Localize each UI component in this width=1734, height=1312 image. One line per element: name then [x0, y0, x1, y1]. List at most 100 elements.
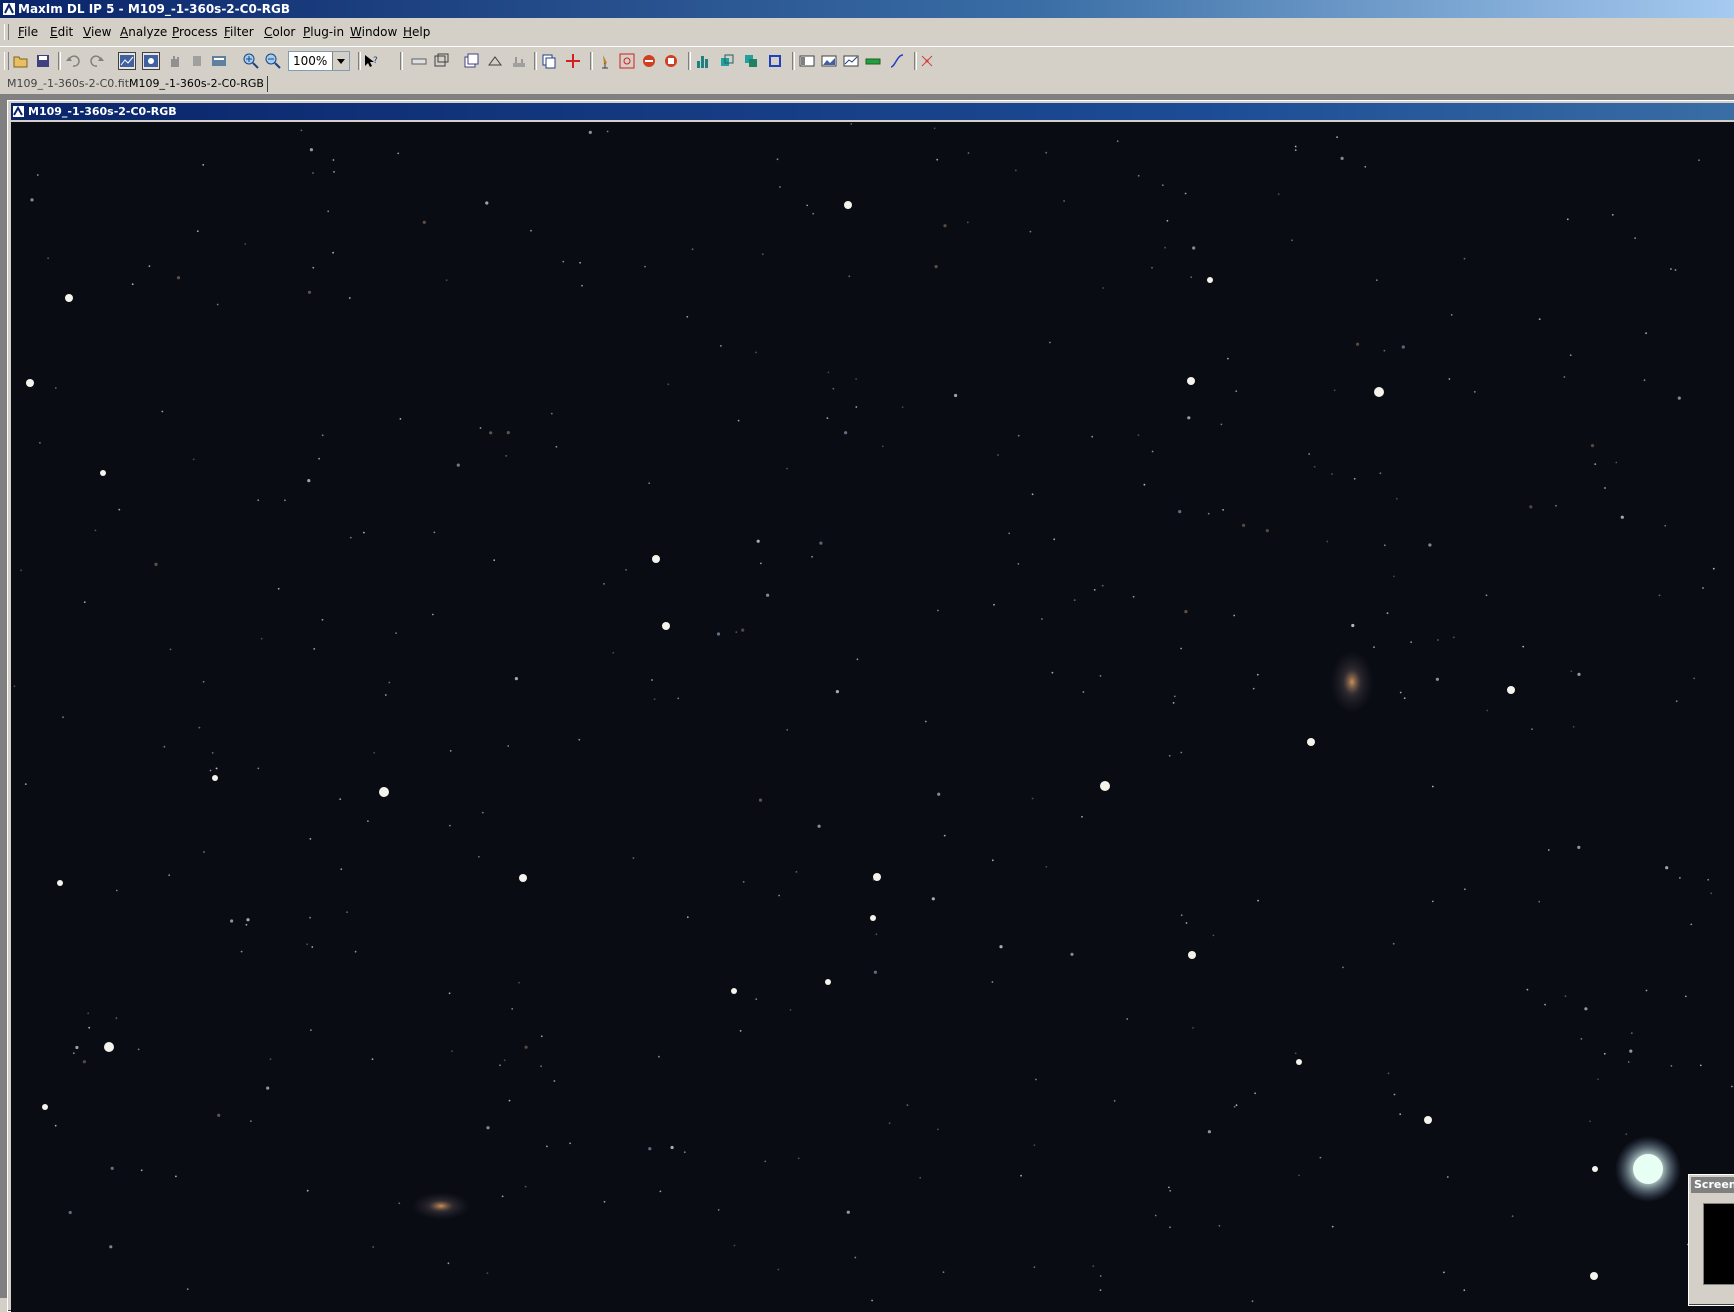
image-window[interactable]: M109_-1-360s-2-C0-RGB: [7, 100, 1734, 1312]
faint-star: [422, 220, 426, 224]
faint-star: [1625, 1133, 1628, 1136]
screen-stretch-icon[interactable]: [118, 52, 136, 70]
faint-star: [603, 583, 605, 585]
faint-star: [1227, 357, 1229, 360]
no-entry-icon[interactable]: [640, 52, 658, 70]
faint-star: [240, 950, 243, 953]
level-icon[interactable]: [864, 52, 882, 70]
faint-star: [717, 1209, 720, 1211]
faint-star: [1569, 354, 1572, 357]
zoom-select[interactable]: 100%: [288, 51, 350, 71]
tab-rgb-file[interactable]: M109_-1-360s-2-C0-RGB: [126, 76, 268, 92]
faint-star: [448, 992, 451, 995]
menu-plugin[interactable]: Plug-in: [303, 25, 344, 39]
faint-star: [1379, 472, 1382, 475]
faint-star: [169, 648, 172, 651]
faint-star: [937, 792, 941, 796]
star-remove-icon[interactable]: [918, 52, 936, 70]
info-icon[interactable]: [210, 52, 228, 70]
faint-star: [1690, 923, 1693, 926]
faint-star: [1403, 697, 1406, 700]
faint-star: [1222, 509, 1224, 511]
image-window-icon: [13, 106, 24, 117]
calibrate-icon[interactable]: [510, 52, 528, 70]
menu-grip: [4, 24, 9, 40]
save-icon[interactable]: [34, 52, 52, 70]
toolbar: 100% ?: [0, 46, 1734, 76]
faint-star: [786, 729, 789, 731]
faint-star: [1099, 675, 1102, 677]
ruler-icon[interactable]: [410, 52, 428, 70]
faint-star: [1126, 1018, 1129, 1020]
tab-fit-file[interactable]: M109_-1-360s-2-C0.fit: [4, 76, 132, 92]
faint-star: [250, 1120, 252, 1122]
faint-star: [1572, 725, 1575, 728]
menu-file[interactable]: File: [18, 25, 38, 39]
faint-star: [363, 531, 365, 534]
menu-window[interactable]: Window: [350, 25, 397, 39]
curve-icon[interactable]: [888, 52, 906, 70]
faint-star: [1677, 396, 1681, 400]
faint-star: [632, 857, 635, 859]
menu-view[interactable]: View: [83, 25, 111, 39]
faint-star: [1035, 1078, 1037, 1081]
crop-icon[interactable]: [432, 52, 450, 70]
menu-process[interactable]: Process: [172, 25, 218, 39]
faint-star: [530, 229, 532, 232]
histogram-icon[interactable]: [694, 52, 712, 70]
menu-help[interactable]: Help: [403, 25, 430, 39]
image-window-title-bar[interactable]: M109_-1-360s-2-C0-RGB: [11, 103, 1734, 120]
chevron-down-icon[interactable]: [332, 52, 349, 70]
bright-star: [212, 775, 218, 781]
menu-analyze[interactable]: Analyze: [120, 25, 167, 39]
app-title-bar[interactable]: MaxIm DL IP 5 - M109_-1-360s-2-C0-RGB: [0, 0, 1734, 18]
faint-star: [1555, 504, 1557, 507]
graph-icon[interactable]: [842, 52, 860, 70]
menu-edit[interactable]: Edit: [50, 25, 73, 39]
screen-stretch-panel[interactable]: Screen: [1688, 1174, 1734, 1306]
faint-star: [1645, 332, 1647, 335]
faint-star: [648, 482, 651, 485]
faint-star: [1331, 473, 1333, 475]
pan-icon[interactable]: [188, 52, 206, 70]
faint-star: [1298, 1174, 1300, 1177]
stop-icon[interactable]: [662, 52, 680, 70]
faint-star: [653, 698, 656, 700]
image-canvas[interactable]: [11, 122, 1734, 1312]
blend-icon[interactable]: [742, 52, 760, 70]
faint-star: [1294, 149, 1297, 151]
panel-icon[interactable]: [798, 52, 816, 70]
layers-icon[interactable]: [718, 52, 736, 70]
align-icon[interactable]: [486, 52, 504, 70]
zoom-out-icon[interactable]: [264, 52, 282, 70]
telescope-icon[interactable]: [596, 52, 614, 70]
faint-star: [1008, 532, 1011, 535]
app-logo-icon: [3, 3, 15, 15]
copy-icon[interactable]: [540, 52, 558, 70]
faint-star: [881, 445, 884, 448]
faint-star: [766, 593, 770, 597]
bright-star: [1592, 1166, 1598, 1172]
faint-star: [1712, 567, 1715, 570]
hand-icon[interactable]: [166, 52, 184, 70]
faint-star: [1319, 1156, 1322, 1159]
image-icon[interactable]: [820, 52, 838, 70]
faint-star: [1395, 497, 1398, 500]
menu-filter[interactable]: Filter: [224, 25, 254, 39]
faint-star: [1031, 493, 1034, 496]
help-pointer-icon[interactable]: ?: [362, 52, 380, 70]
open-icon[interactable]: [12, 52, 30, 70]
auto-stretch-icon[interactable]: [142, 52, 160, 70]
target-icon[interactable]: [618, 52, 636, 70]
faint-star: [1336, 136, 1338, 138]
faint-star: [906, 1104, 909, 1106]
redo-icon[interactable]: [88, 52, 106, 70]
undo-icon[interactable]: [64, 52, 82, 70]
stack-icon[interactable]: [462, 52, 480, 70]
zoom-in-icon[interactable]: [242, 52, 260, 70]
crosshair-icon[interactable]: [564, 52, 582, 70]
faint-star: [54, 387, 57, 389]
faint-star: [478, 855, 480, 858]
frame-icon[interactable]: [766, 52, 784, 70]
menu-color[interactable]: Color: [264, 25, 295, 39]
